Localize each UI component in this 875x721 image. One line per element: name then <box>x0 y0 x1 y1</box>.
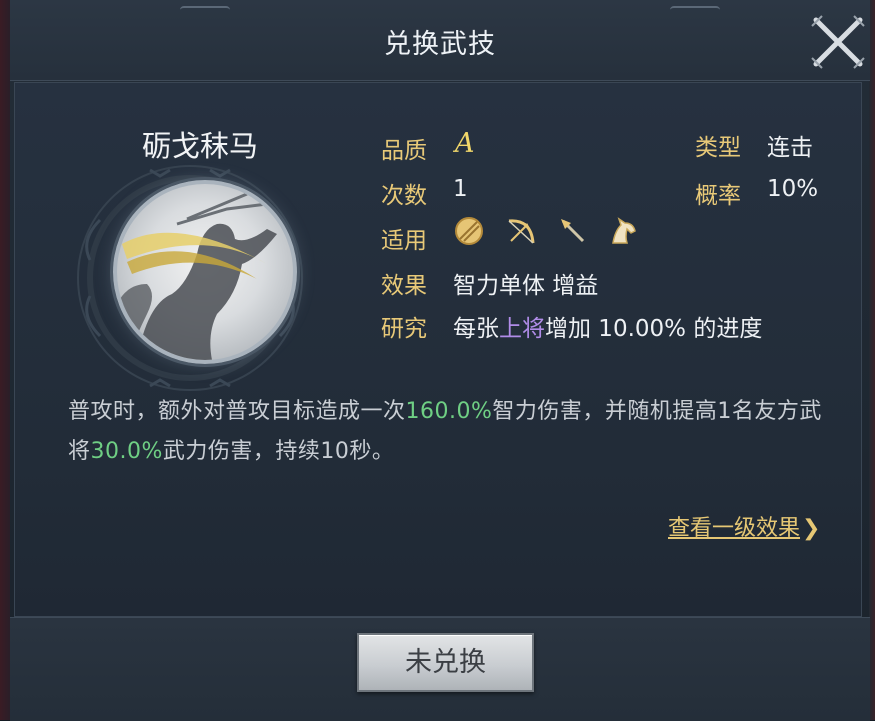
skill-description: 普攻时，额外对普攻目标造成一次160.0%智力伤害，并随机提高1名友方武将30.… <box>68 392 838 472</box>
quality-value: A <box>455 128 475 159</box>
research-highlight: 上将 <box>499 316 545 342</box>
background-right-edge <box>869 0 875 720</box>
warrior-silhouette-icon <box>117 192 277 360</box>
title-bar: 兑换武技 <box>10 0 870 81</box>
applicable-label: 适用 <box>381 228 427 254</box>
type-value: 连击 <box>767 135 813 161</box>
count-value: 1 <box>453 176 468 202</box>
chevron-right-icon: ❯ <box>802 516 821 541</box>
research-value: 每张上将增加 10.00% 的进度 <box>453 309 762 343</box>
close-button[interactable] <box>808 12 868 72</box>
background-left-edge <box>0 0 10 720</box>
desc-part1: 普攻时，额外对普攻目标造成一次 <box>68 399 406 424</box>
research-label: 研究 <box>381 316 427 342</box>
not-redeemed-button[interactable]: 未兑换 <box>357 633 534 692</box>
research-prefix: 每张 <box>453 316 499 342</box>
view-level1-label: 查看一级效果 <box>668 516 801 541</box>
skill-emblem <box>113 180 297 364</box>
horse-icon <box>607 215 639 247</box>
bow-icon <box>505 215 537 247</box>
effect-label: 效果 <box>381 273 427 299</box>
effect-value: 智力单体 增益 <box>453 273 599 299</box>
research-suffix: 增加 10.00% 的进度 <box>545 316 763 342</box>
shield-icon <box>453 215 485 247</box>
count-label: 次数 <box>381 183 427 209</box>
type-label: 类型 <box>695 135 741 161</box>
desc-part3: 武力伤害，持续10秒。 <box>162 439 395 464</box>
chance-label: 概率 <box>695 183 741 209</box>
crossed-swords-close-icon <box>811 15 865 69</box>
spear-icon <box>557 215 589 247</box>
skill-name: 砺戈秣马 <box>141 129 258 163</box>
chance-value: 10% <box>767 176 819 202</box>
desc-highlight-2: 30.0% <box>90 439 163 464</box>
desc-highlight-1: 160.0% <box>405 399 493 424</box>
quality-label: 品质 <box>381 138 427 164</box>
view-level1-effect-link[interactable]: 查看一级效果❯ <box>668 510 820 542</box>
dialog-title: 兑换武技 <box>384 29 496 60</box>
